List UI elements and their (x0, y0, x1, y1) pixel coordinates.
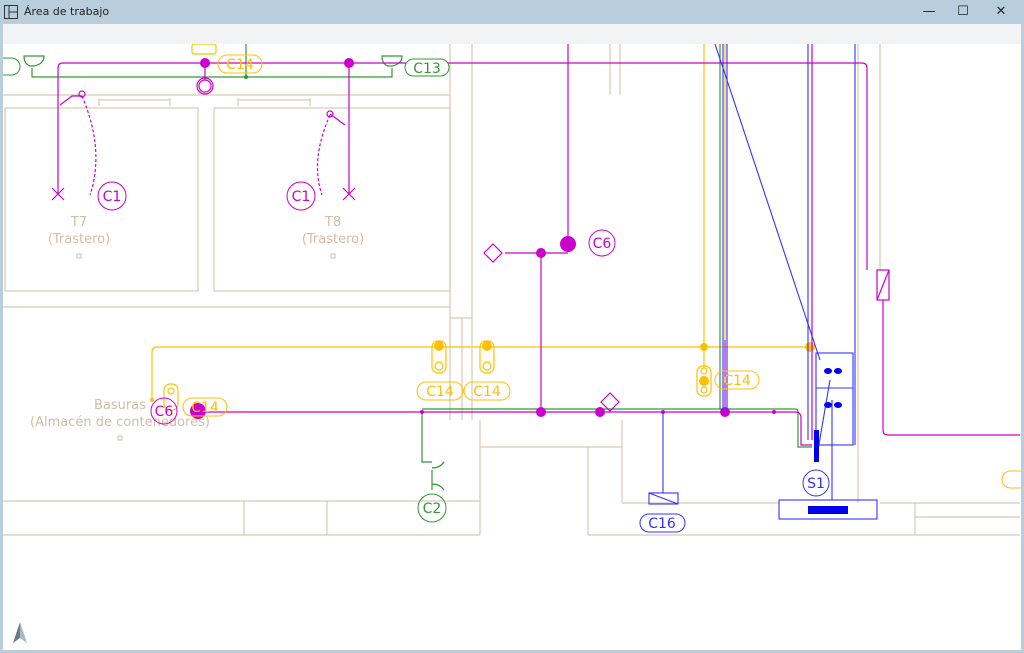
label-c1: C1 (292, 189, 311, 205)
room-t7-walls (4, 107, 199, 292)
toolbar (3, 24, 1021, 44)
label-c14: C14 (226, 57, 254, 73)
floor-plan[interactable]: T7 (Trastero) T8 (Trastero) Basuras (Alm… (3, 44, 1021, 650)
maximize-button[interactable]: ☐ (948, 2, 978, 22)
close-icon: ✕ (995, 4, 1007, 19)
label-c13: C13 (413, 61, 441, 77)
label-c6: C6 (593, 236, 612, 252)
room-use: (Almacén de contenedores) (30, 415, 210, 430)
window-title: Área de trabajo (24, 5, 110, 18)
telecom-circuit (648, 44, 878, 520)
label-c14: C14 (723, 373, 751, 389)
title-bar: Área de trabajo — ☐ ✕ (0, 0, 1024, 24)
drawing-canvas[interactable]: T7 (Trastero) T8 (Trastero) Basuras (Alm… (3, 44, 1021, 650)
app-icon (4, 5, 18, 19)
emergency-circuit (151, 44, 810, 411)
label-c2: C2 (423, 501, 442, 517)
c1-label (97, 181, 616, 425)
label-c14: C14 (473, 384, 501, 400)
north-arrow-icon (13, 622, 27, 643)
room-name: Basuras (94, 398, 146, 413)
label-c6: C6 (155, 404, 174, 420)
close-button[interactable]: ✕ (986, 2, 1016, 22)
lighting-circuit (51, 44, 1020, 446)
circuit-labels: C1 C1 C6 C6 C14 C14 C14 C14 C14 C13 C2 C… (3, 54, 1021, 533)
label-s1: S1 (807, 476, 825, 492)
room-use: (Trastero) (48, 232, 110, 247)
room-t8-walls (213, 107, 451, 292)
label-c14: C14 (191, 400, 219, 416)
room-name: T8 (324, 215, 341, 230)
label-c16: C16 (648, 516, 676, 532)
label-c1: C1 (103, 189, 122, 205)
minimize-icon: — (922, 4, 936, 19)
room-name: T7 (70, 215, 87, 230)
label-c14: C14 (426, 384, 454, 400)
minimize-button[interactable]: — (914, 2, 944, 22)
room-use: (Trastero) (302, 232, 364, 247)
maximize-icon: ☐ (957, 4, 969, 19)
